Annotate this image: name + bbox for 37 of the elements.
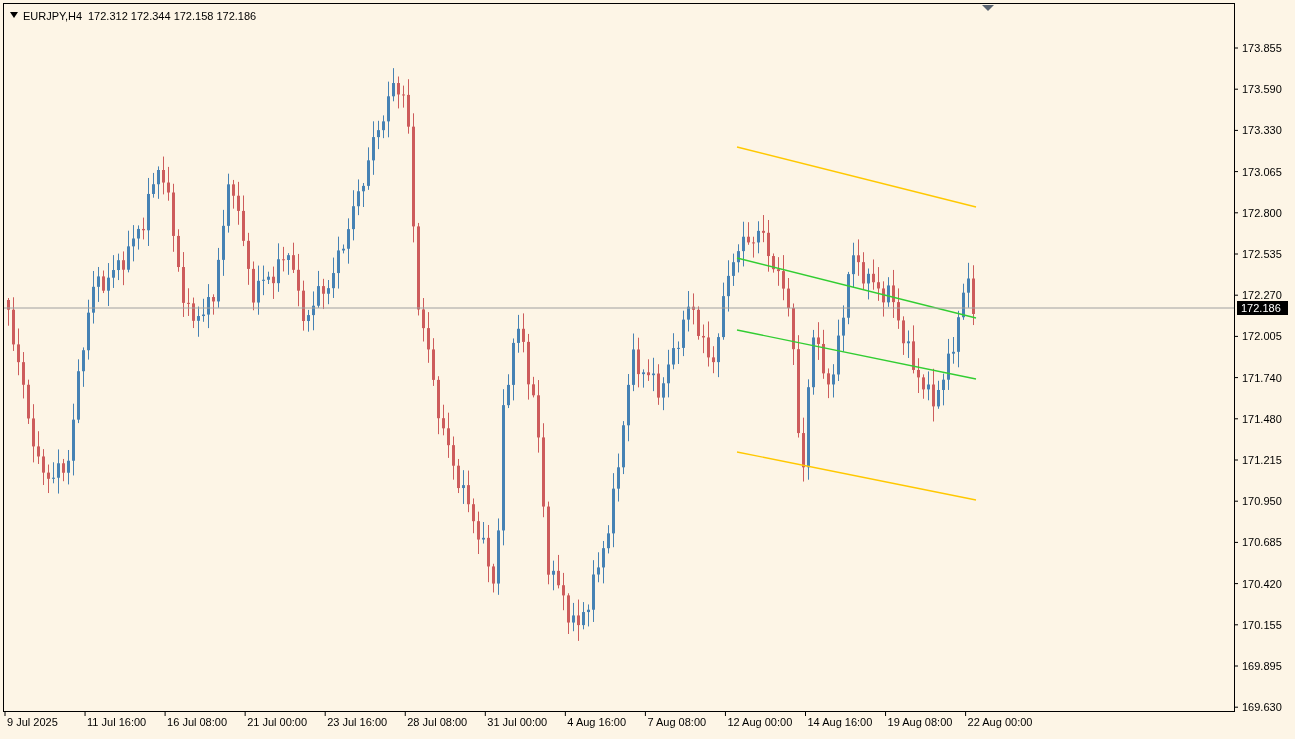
price-label: 169.630 (1242, 701, 1282, 714)
price-label: 172.005 (1242, 330, 1282, 343)
time-label: 12 Aug 00:00 (727, 716, 793, 728)
time-label: 9 Jul 2025 (7, 716, 58, 728)
shift-marker-icon[interactable] (982, 5, 994, 11)
price-label: 173.065 (1242, 165, 1282, 178)
price-label: 172.800 (1242, 206, 1282, 219)
time-label: 22 Aug 00:00 (967, 716, 1033, 728)
price-label: 170.950 (1242, 495, 1282, 508)
time-label: 28 Jul 08:00 (407, 716, 468, 728)
time-label: 16 Jul 08:00 (167, 716, 228, 728)
price-label: 171.480 (1242, 412, 1282, 425)
time-label: 31 Jul 00:00 (487, 716, 548, 728)
price-label: 173.590 (1242, 83, 1282, 96)
time-label: 19 Aug 08:00 (887, 716, 953, 728)
time-label: 14 Aug 16:00 (807, 716, 873, 728)
dropdown-triangle-icon[interactable] (10, 12, 18, 18)
time-label: 7 Aug 08:00 (647, 716, 707, 728)
price-label: 170.420 (1242, 577, 1282, 590)
price-label: 173.330 (1242, 124, 1282, 137)
time-label: 4 Aug 16:00 (567, 716, 627, 728)
price-label: 171.215 (1242, 454, 1282, 466)
price-quotes: 172.312 172.344 172.158 172.186 (88, 10, 257, 22)
time-label: 21 Jul 00:00 (247, 716, 308, 728)
price-label: 170.685 (1242, 536, 1282, 549)
price-label: 173.855 (1242, 42, 1282, 54)
channel-line[interactable] (736, 329, 977, 380)
price-label: 172.535 (1242, 248, 1282, 260)
time-label: 11 Jul 16:00 (87, 716, 147, 728)
price-label: 169.895 (1242, 660, 1282, 672)
time-label: 23 Jul 16:00 (327, 716, 388, 728)
current-price-badge: 172.186 (1237, 301, 1288, 315)
symbol-timeframe: EURJPY,H4 (23, 10, 83, 22)
channel-line[interactable] (736, 257, 977, 319)
price-label: 170.155 (1242, 618, 1282, 631)
price-label: 172.270 (1242, 289, 1282, 302)
price-label: 171.740 (1242, 371, 1282, 384)
